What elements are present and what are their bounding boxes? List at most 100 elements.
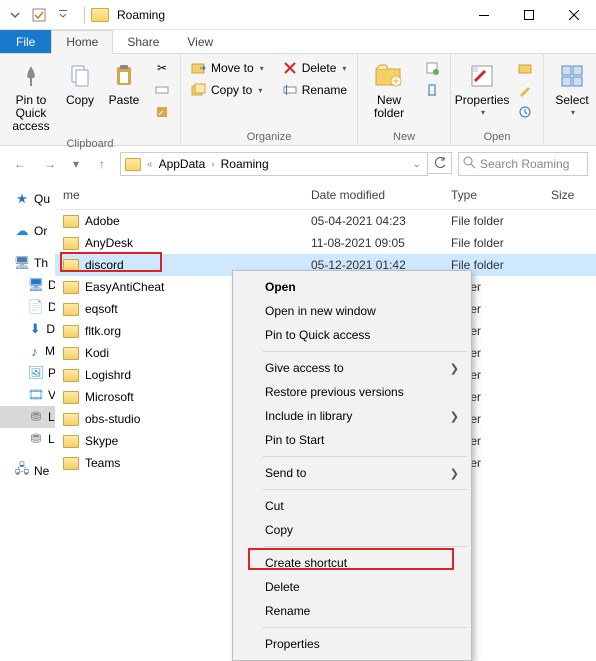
group-open: Properties ▾ Open [451, 54, 544, 145]
cell-type: File folder [443, 236, 543, 250]
nav-downloads[interactable]: ⬇D [0, 318, 55, 340]
breadcrumb-appdata[interactable]: AppData [159, 157, 206, 171]
select-button[interactable]: Select ▾ [550, 58, 594, 120]
chevron-right-icon[interactable]: › [211, 159, 214, 170]
nav-pictures[interactable]: 🖼P [0, 362, 55, 384]
nav-videos[interactable]: 🎞V [0, 384, 55, 406]
tab-home[interactable]: Home [51, 30, 113, 54]
qat-dropdown-icon[interactable] [54, 6, 72, 24]
ctx-pin-quick-access[interactable]: Pin to Quick access [235, 323, 469, 347]
history-button[interactable] [513, 102, 537, 122]
search-input[interactable]: Search Roaming [458, 152, 588, 176]
ctx-send-to[interactable]: Send to❯ [235, 461, 469, 485]
ctx-restore-previous[interactable]: Restore previous versions [235, 380, 469, 404]
ctx-open[interactable]: Open [235, 275, 469, 299]
nav-quick-access[interactable]: ★Qu [0, 188, 55, 210]
nav-network[interactable]: 🖧Ne [0, 460, 55, 482]
copy-path-button[interactable] [150, 80, 174, 100]
network-icon: 🖧 [14, 463, 30, 479]
close-button[interactable] [551, 0, 596, 29]
address-dropdown-icon[interactable]: ⌄ [413, 159, 421, 170]
title-bar: Roaming [0, 0, 596, 30]
cell-name: AnyDesk [55, 236, 303, 250]
move-to-button[interactable]: Move to▾ [187, 58, 268, 78]
nav-down-icon[interactable] [6, 6, 24, 24]
nav-documents[interactable]: 📄D [0, 296, 55, 318]
cut-button[interactable]: ✂ [150, 58, 174, 78]
ctx-label: Open [265, 280, 296, 294]
back-button[interactable]: ← [8, 152, 32, 176]
rename-button[interactable]: Rename [278, 80, 351, 100]
context-menu: Open Open in new window Pin to Quick acc… [232, 270, 472, 661]
ctx-separator [263, 489, 467, 490]
nav-local-disk-2[interactable]: ⛃L [0, 428, 55, 450]
chevron-right-icon: « [147, 159, 153, 170]
nav-label: M [45, 344, 55, 358]
file-name: EasyAntiCheat [85, 280, 164, 294]
recent-locations-button[interactable]: ▾ [68, 152, 84, 176]
col-size[interactable]: Size [543, 182, 596, 209]
copy-button[interactable]: Copy [60, 58, 100, 109]
folder-icon [63, 369, 79, 382]
nav-label: Qu [34, 192, 50, 206]
tab-file[interactable]: File [0, 30, 51, 53]
delete-button[interactable]: Delete▾ [278, 58, 351, 78]
ctx-rename[interactable]: Rename [235, 599, 469, 623]
pin-label: Pin to Quick access [8, 94, 54, 134]
ctx-create-shortcut[interactable]: Create shortcut [235, 551, 469, 575]
ctx-open-new-window[interactable]: Open in new window [235, 299, 469, 323]
ctx-give-access-to[interactable]: Give access to❯ [235, 356, 469, 380]
table-row[interactable]: AnyDesk11-08-2021 09:05File folder [55, 232, 596, 254]
file-name: Logishrd [85, 368, 131, 382]
ctx-include-library[interactable]: Include in library❯ [235, 404, 469, 428]
nav-label: L [48, 432, 55, 446]
nav-music[interactable]: ♪M [0, 340, 55, 362]
new-item-button[interactable] [420, 58, 444, 78]
table-row[interactable]: Adobe05-04-2021 04:23File folder [55, 210, 596, 232]
new-folder-button[interactable]: New folder [364, 58, 414, 122]
easy-access-button[interactable] [420, 80, 444, 100]
properties-checkbox-icon[interactable] [30, 6, 48, 24]
rename-icon [282, 82, 298, 98]
nav-this-pc[interactable]: 🖥Th [0, 252, 55, 274]
breadcrumb-roaming[interactable]: Roaming [221, 157, 269, 171]
cell-date: 05-04-2021 04:23 [303, 214, 443, 228]
maximize-button[interactable] [506, 0, 551, 29]
cell-type: File folder [443, 214, 543, 228]
col-name[interactable]: me [55, 182, 303, 209]
paste-shortcut-button[interactable] [150, 102, 174, 122]
nav-desktop[interactable]: 🖥D [0, 274, 55, 296]
delete-x-icon [282, 60, 298, 76]
tab-share[interactable]: Share [113, 30, 173, 53]
refresh-button[interactable] [428, 152, 452, 174]
ctx-delete[interactable]: Delete [235, 575, 469, 599]
nav-local-disk[interactable]: ⛃L [0, 406, 55, 428]
ctx-label: Cut [265, 499, 284, 513]
copy-to-button[interactable]: Copy to▾ [187, 80, 268, 100]
properties-icon [466, 60, 498, 92]
cell-name: Adobe [55, 214, 303, 228]
ctx-cut[interactable]: Cut [235, 494, 469, 518]
navigation-pane[interactable]: ★Qu ☁Or 🖥Th 🖥D 📄D ⬇D ♪M 🖼P 🎞V ⛃L ⛃L 🖧Ne [0, 182, 55, 635]
nav-onedrive[interactable]: ☁Or [0, 220, 55, 242]
address-bar[interactable]: « AppData › Roaming ⌄ [120, 152, 428, 176]
edit-button[interactable] [513, 80, 537, 100]
properties-button[interactable]: Properties ▾ [457, 58, 507, 120]
col-date[interactable]: Date modified [303, 182, 443, 209]
ctx-label: Properties [265, 637, 320, 651]
ctx-pin-start[interactable]: Pin to Start [235, 428, 469, 452]
paste-button[interactable]: Paste [104, 58, 144, 109]
forward-button[interactable]: → [38, 152, 62, 176]
nav-label: D [48, 278, 55, 292]
up-button[interactable]: ↑ [90, 152, 114, 176]
pin-quick-access-button[interactable]: Pin to Quick access [6, 58, 56, 136]
ctx-copy[interactable]: Copy [235, 518, 469, 542]
folder-icon [63, 237, 79, 250]
ctx-properties[interactable]: Properties [235, 632, 469, 656]
minimize-button[interactable] [461, 0, 506, 29]
col-type[interactable]: Type [443, 182, 543, 209]
tab-view[interactable]: View [173, 30, 227, 53]
ctx-label: Create shortcut [265, 556, 347, 570]
open-button[interactable] [513, 58, 537, 78]
folder-icon [63, 391, 79, 404]
